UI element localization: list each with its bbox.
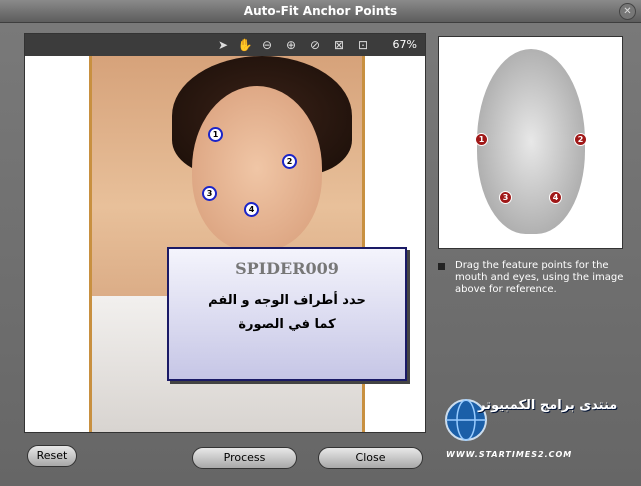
overlay-line-1: حدد أطراف الوجه و الفم: [208, 293, 366, 308]
no-icon[interactable]: ⊘: [307, 37, 323, 53]
reset-button[interactable]: Reset: [27, 445, 77, 467]
watermark-logo: منتدى برامج الكمبيوتر WWW.STARTIMES2.COM: [442, 392, 622, 462]
fit-icon[interactable]: ⊠: [331, 37, 347, 53]
reference-point-1: 1: [475, 133, 488, 146]
overlay-line-2: كما في الصورة: [238, 317, 336, 332]
bullet-icon: [438, 263, 445, 270]
anchor-point-2[interactable]: 2: [282, 154, 297, 169]
title-bar[interactable]: Auto-Fit Anchor Points ✕: [0, 0, 641, 23]
reference-point-3: 3: [499, 191, 512, 204]
close-window-icon[interactable]: ✕: [619, 3, 636, 20]
reference-point-2: 2: [574, 133, 587, 146]
pointer-icon[interactable]: ➤: [215, 37, 231, 53]
anchor-point-1[interactable]: 1: [208, 127, 223, 142]
anchor-point-4[interactable]: 4: [244, 202, 259, 217]
face-region: [192, 86, 322, 251]
zoom-out-icon[interactable]: ⊖: [259, 37, 275, 53]
process-button[interactable]: Process: [192, 447, 297, 469]
actual-size-icon[interactable]: ⊡: [355, 37, 371, 53]
instructions-text: Drag the feature points for the mouth an…: [455, 260, 624, 295]
watermark-text: منتدى برامج الكمبيوتر: [478, 398, 618, 413]
reference-image: 1 2 3 4: [438, 36, 623, 249]
reference-face: [477, 49, 585, 234]
reference-point-4: 4: [549, 191, 562, 204]
overlay-title: SPIDER009: [235, 259, 339, 278]
close-button[interactable]: Close: [318, 447, 423, 469]
watermark-url: WWW.STARTIMES2.COM: [446, 450, 573, 459]
viewer-toolbar: ➤ ✋ ⊖ ⊕ ⊘ ⊠ ⊡ 67%: [25, 34, 425, 56]
zoom-in-icon[interactable]: ⊕: [283, 37, 299, 53]
instruction-overlay: SPIDER009 حدد أطراف الوجه و الفم كما في …: [167, 247, 407, 381]
window-title: Auto-Fit Anchor Points: [243, 4, 398, 18]
auto-fit-dialog: Auto-Fit Anchor Points ✕ ➤ ✋ ⊖ ⊕ ⊘ ⊠ ⊡ 6…: [0, 0, 641, 486]
anchor-point-3[interactable]: 3: [202, 186, 217, 201]
zoom-level: 67%: [392, 38, 417, 51]
hand-icon[interactable]: ✋: [237, 37, 253, 53]
